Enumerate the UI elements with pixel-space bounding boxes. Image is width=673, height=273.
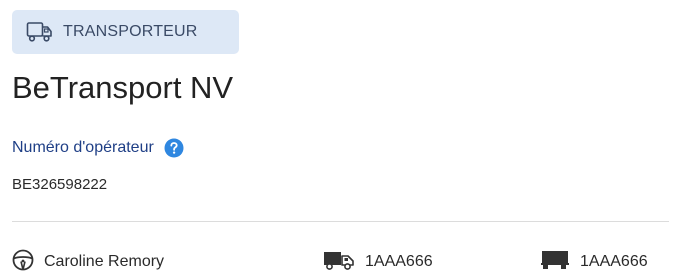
company-name: BeTransport NV — [12, 70, 234, 105]
truck-outline-icon — [26, 21, 53, 43]
operator-number-label: Numéro d'opérateur — [12, 139, 154, 156]
badge-label: TRANSPORTEUR — [63, 23, 198, 40]
steering-wheel-icon — [12, 249, 34, 273]
driver-item: Caroline Remory — [12, 248, 164, 273]
trailer-plate: 1AAA666 — [580, 253, 648, 270]
trailer-item: 1AAA666 — [540, 248, 648, 273]
transporter-card: TRANSPORTEUR BeTransport NV Numéro d'opé… — [0, 0, 673, 273]
truck-plate: 1AAA666 — [365, 253, 433, 270]
transporteur-badge: TRANSPORTEUR — [12, 10, 239, 54]
trailer-icon — [540, 249, 570, 273]
operator-number-label-row: Numéro d'opérateur — [12, 138, 184, 158]
truck-icon — [323, 249, 355, 273]
truck-item: 1AAA666 — [323, 248, 433, 273]
help-circle-icon[interactable] — [164, 138, 184, 158]
operator-number-value: BE326598222 — [12, 176, 108, 193]
divider — [12, 221, 669, 222]
driver-name: Caroline Remory — [44, 253, 165, 270]
